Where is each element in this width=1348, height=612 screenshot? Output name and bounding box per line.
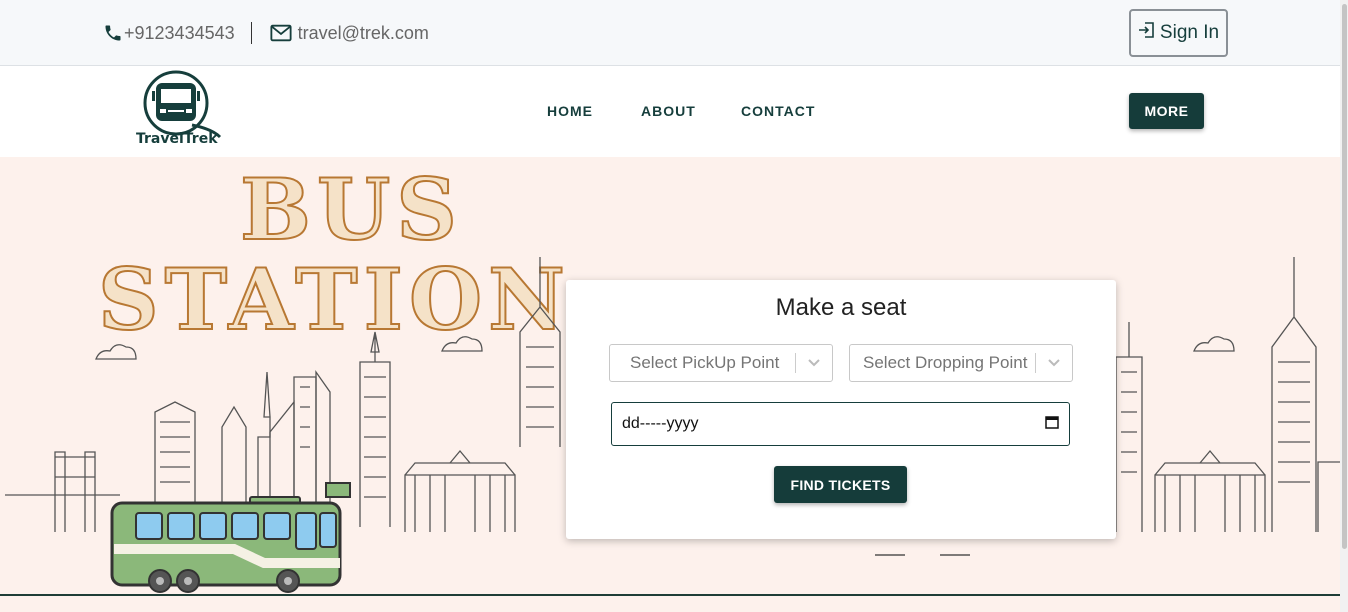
pickup-select[interactable]: Select PickUp Point [609,344,833,382]
phone-icon [102,22,124,44]
logo-text: TravelTrek [136,131,218,147]
sign-in-icon [1138,21,1156,45]
nav-home[interactable]: HOME [547,103,593,119]
phone-number[interactable]: +9123434543 [124,23,235,44]
calendar-icon[interactable] [1045,415,1059,434]
dropping-placeholder: Select Dropping Point [863,353,1028,372]
top-bar: +9123434543 travel@trek.com Sign In [0,0,1340,66]
nav-about[interactable]: ABOUT [641,103,696,119]
mail-icon [270,22,292,44]
find-tickets-button[interactable]: FIND TICKETS [774,466,907,503]
date-placeholder: dd-----yyyy [622,415,699,432]
booking-card: Make a seat Select PickUp Point Select D… [566,280,1116,539]
bus-illustration [110,482,351,593]
sign-in-button[interactable]: Sign In [1129,9,1228,57]
chevron-down-icon[interactable] [796,358,832,368]
contact-info: +9123434543 travel@trek.com [102,20,429,46]
booking-heading: Make a seat [775,294,907,321]
travel-date-input[interactable]: dd-----yyyy [611,402,1070,446]
traveltrek-logo[interactable]: TravelTrek [132,69,228,149]
chevron-down-icon[interactable] [1036,358,1072,368]
hero-title-line1: BUS [240,160,463,259]
divider [250,22,252,44]
more-button[interactable]: MORE [1129,93,1204,129]
main-navbar: TravelTrek HOME ABOUT CONTACT MORE [0,67,1340,157]
nav-contact[interactable]: CONTACT [741,103,815,119]
sign-in-label: Sign In [1159,22,1220,43]
email-address[interactable]: travel@trek.com [298,23,429,44]
scrollbar-thumb[interactable] [1342,4,1347,549]
dropping-select[interactable]: Select Dropping Point [849,344,1073,382]
hero-title-line2: STATION [98,250,571,349]
pickup-placeholder: Select PickUp Point [630,353,780,372]
cloud-icon [1193,336,1235,352]
